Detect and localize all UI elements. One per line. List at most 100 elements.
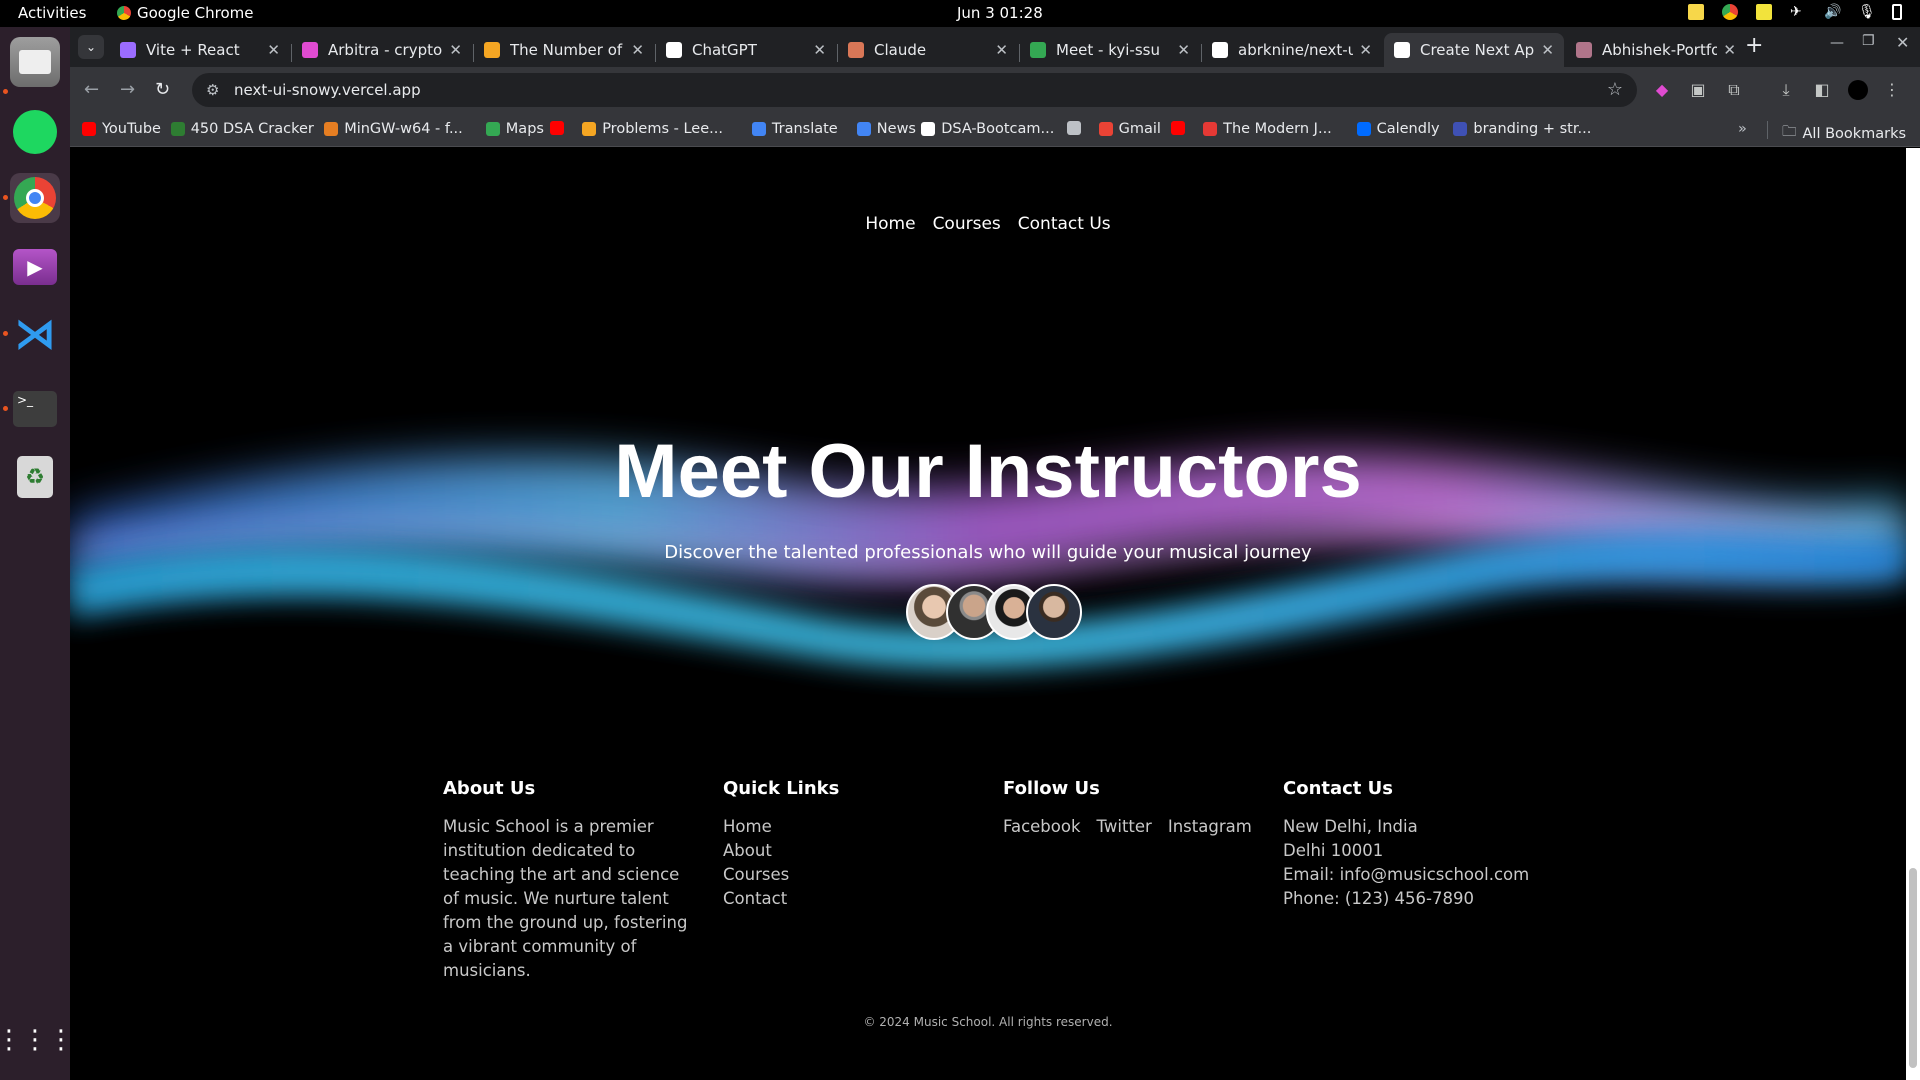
downloads-icon[interactable]: ⤓ [1776, 80, 1796, 100]
system-tray[interactable]: ✈ 🔊 🎙 [1688, 4, 1902, 20]
bookmark-label: Gmail [1118, 121, 1161, 137]
airplane-icon[interactable]: ✈ [1790, 4, 1806, 20]
forward-icon[interactable]: → [120, 79, 135, 100]
tab-6[interactable]: abrknine/next-u ✕ [1202, 33, 1382, 67]
bookmark-12[interactable]: The Modern J... [1203, 121, 1332, 137]
site-info-icon[interactable]: ⚙ [206, 73, 219, 107]
chrome-tray-icon[interactable] [1722, 4, 1738, 20]
profile-avatar[interactable] [1848, 80, 1868, 100]
tab-close-icon[interactable]: ✕ [631, 41, 644, 59]
footer-about-text: Music School is a premier institution de… [443, 817, 688, 980]
nav-contact[interactable]: Contact Us [1018, 214, 1111, 234]
close-window-button[interactable]: ✕ [1896, 33, 1909, 52]
dock: ▶ ⋊ >_ ♻ ⋮⋮⋮ [0, 27, 74, 1080]
video-player-icon[interactable]: ▶ [10, 242, 60, 292]
bookmark-7[interactable]: News [856, 121, 916, 137]
tab-close-icon[interactable]: ✕ [1177, 41, 1190, 59]
tab-close-icon[interactable]: ✕ [995, 41, 1008, 59]
tab-close-icon[interactable]: ✕ [1359, 41, 1372, 59]
contact-phone[interactable]: Phone: (123) 456-7890 [1283, 887, 1563, 911]
bookmarks-bar: YouTube 450 DSA Cracker MinGW-w64 - f... Ma… [70, 113, 1920, 147]
menu-icon[interactable]: ⋮ [1882, 80, 1902, 100]
battery-icon[interactable] [1892, 4, 1902, 20]
bookmark-3[interactable]: Maps [485, 121, 544, 137]
bookmark-2[interactable]: MinGW-w64 - f... [324, 121, 463, 137]
tab-0[interactable]: Vite + React ✕ [110, 33, 290, 67]
extensions-puzzle-icon[interactable]: ⧉ [1724, 80, 1744, 100]
tab-4[interactable]: Claude ✕ [838, 33, 1018, 67]
vscode-icon[interactable]: ⋊ [10, 309, 60, 359]
spotify-icon[interactable] [10, 107, 60, 157]
terminal-icon[interactable]: >_ [10, 384, 60, 434]
tab-favicon-icon [1030, 42, 1046, 58]
nav-home[interactable]: Home [865, 214, 915, 234]
all-bookmarks[interactable]: 🗀 All Bookmarks [1782, 121, 1906, 146]
mic-icon[interactable]: 🎙 [1858, 4, 1876, 20]
side-panel-icon[interactable]: ◧ [1812, 80, 1832, 100]
notes-icon[interactable] [1688, 4, 1704, 20]
bookmark-9[interactable] [1066, 121, 1081, 135]
more-bookmarks-icon[interactable]: » [1738, 121, 1747, 137]
bookmark-5[interactable]: Problems - Lee... [582, 121, 723, 137]
minimize-button[interactable]: — [1830, 35, 1844, 51]
bookmark-0[interactable]: YouTube [82, 121, 161, 137]
restore-button[interactable]: ❐ [1862, 33, 1875, 49]
footer-link-courses[interactable]: Courses [723, 863, 943, 887]
tab-search-icon[interactable]: ⌄ [78, 35, 104, 59]
twitter-link[interactable]: Twitter [1097, 815, 1152, 839]
tab-close-icon[interactable]: ✕ [1723, 41, 1736, 59]
bookmark-14[interactable]: branding + str... [1453, 121, 1591, 137]
volume-icon[interactable]: 🔊 [1824, 4, 1841, 20]
address-bar[interactable]: ⚙ next-ui-snowy.vercel.app ☆ [192, 73, 1637, 107]
footer-link-home[interactable]: Home [723, 815, 943, 839]
tab-close-icon[interactable]: ✕ [449, 41, 462, 59]
sticky-icon[interactable] [1756, 4, 1772, 20]
reload-icon[interactable]: ↻ [155, 79, 170, 100]
scrollbar-thumb[interactable] [1909, 868, 1917, 1068]
bookmark-favicon-icon [324, 122, 339, 136]
bookmark-star-icon[interactable]: ☆ [1607, 73, 1623, 107]
clock[interactable]: Jun 3 01:28 [957, 4, 1043, 22]
nav-courses[interactable]: Courses [933, 214, 1001, 234]
bookmark-10[interactable]: Gmail [1098, 121, 1161, 137]
activities-button[interactable]: Activities [18, 4, 86, 22]
bookmark-favicon-icon [82, 122, 96, 136]
bookmark-8[interactable]: DSA-Bootcam... [921, 121, 1054, 137]
tab-close-icon[interactable]: ✕ [813, 41, 826, 59]
trash-icon[interactable]: ♻ [10, 452, 60, 502]
bookmark-11[interactable] [1171, 121, 1186, 135]
bookmark-favicon-icon [751, 122, 766, 136]
color-picker-extension-icon[interactable]: ◆ [1652, 80, 1672, 100]
extension-icon[interactable]: ▣ [1688, 80, 1708, 100]
chrome-dock-icon[interactable] [10, 173, 60, 223]
back-icon[interactable]: ← [84, 79, 99, 100]
contact-email[interactable]: Email: info@musicschool.com [1283, 863, 1563, 887]
avatar[interactable] [1026, 584, 1082, 640]
tab-3[interactable]: ChatGPT ✕ [656, 33, 836, 67]
footer-link-contact[interactable]: Contact [723, 887, 943, 911]
facebook-link[interactable]: Facebook [1003, 815, 1081, 839]
page-scrollbar[interactable] [1906, 148, 1920, 1080]
tab-7[interactable]: Create Next App ✕ [1384, 33, 1564, 67]
footer-link-about[interactable]: About [723, 839, 943, 863]
show-apps-icon[interactable]: ⋮⋮⋮ [0, 1015, 74, 1065]
tab-favicon-icon [1212, 42, 1228, 58]
footer-quick-links: Quick Links Home About Courses Contact [723, 778, 943, 911]
footer-quick-links-heading: Quick Links [723, 778, 840, 799]
bookmark-favicon-icon [485, 122, 500, 136]
tab-5[interactable]: Meet - kyi-ssu ✕ [1020, 33, 1200, 67]
tab-1[interactable]: Arbitra - crypto ✕ [292, 33, 472, 67]
footer-contact-heading: Contact Us [1283, 778, 1394, 799]
files-icon[interactable] [10, 37, 60, 87]
bookmark-4[interactable] [550, 121, 565, 135]
tab-8[interactable]: Abhishek-Portfo ✕ [1566, 33, 1746, 67]
tab-2[interactable]: The Number of ✕ [474, 33, 654, 67]
tab-close-icon[interactable]: ✕ [1541, 41, 1554, 59]
instagram-link[interactable]: Instagram [1168, 815, 1252, 839]
bookmark-6[interactable]: Translate [751, 121, 838, 137]
app-menu[interactable]: Google Chrome [117, 4, 254, 22]
tab-close-icon[interactable]: ✕ [267, 41, 280, 59]
new-tab-button[interactable]: + [1745, 33, 1763, 58]
bookmark-1[interactable]: 450 DSA Cracker [170, 121, 314, 137]
bookmark-13[interactable]: Calendly [1356, 121, 1440, 137]
